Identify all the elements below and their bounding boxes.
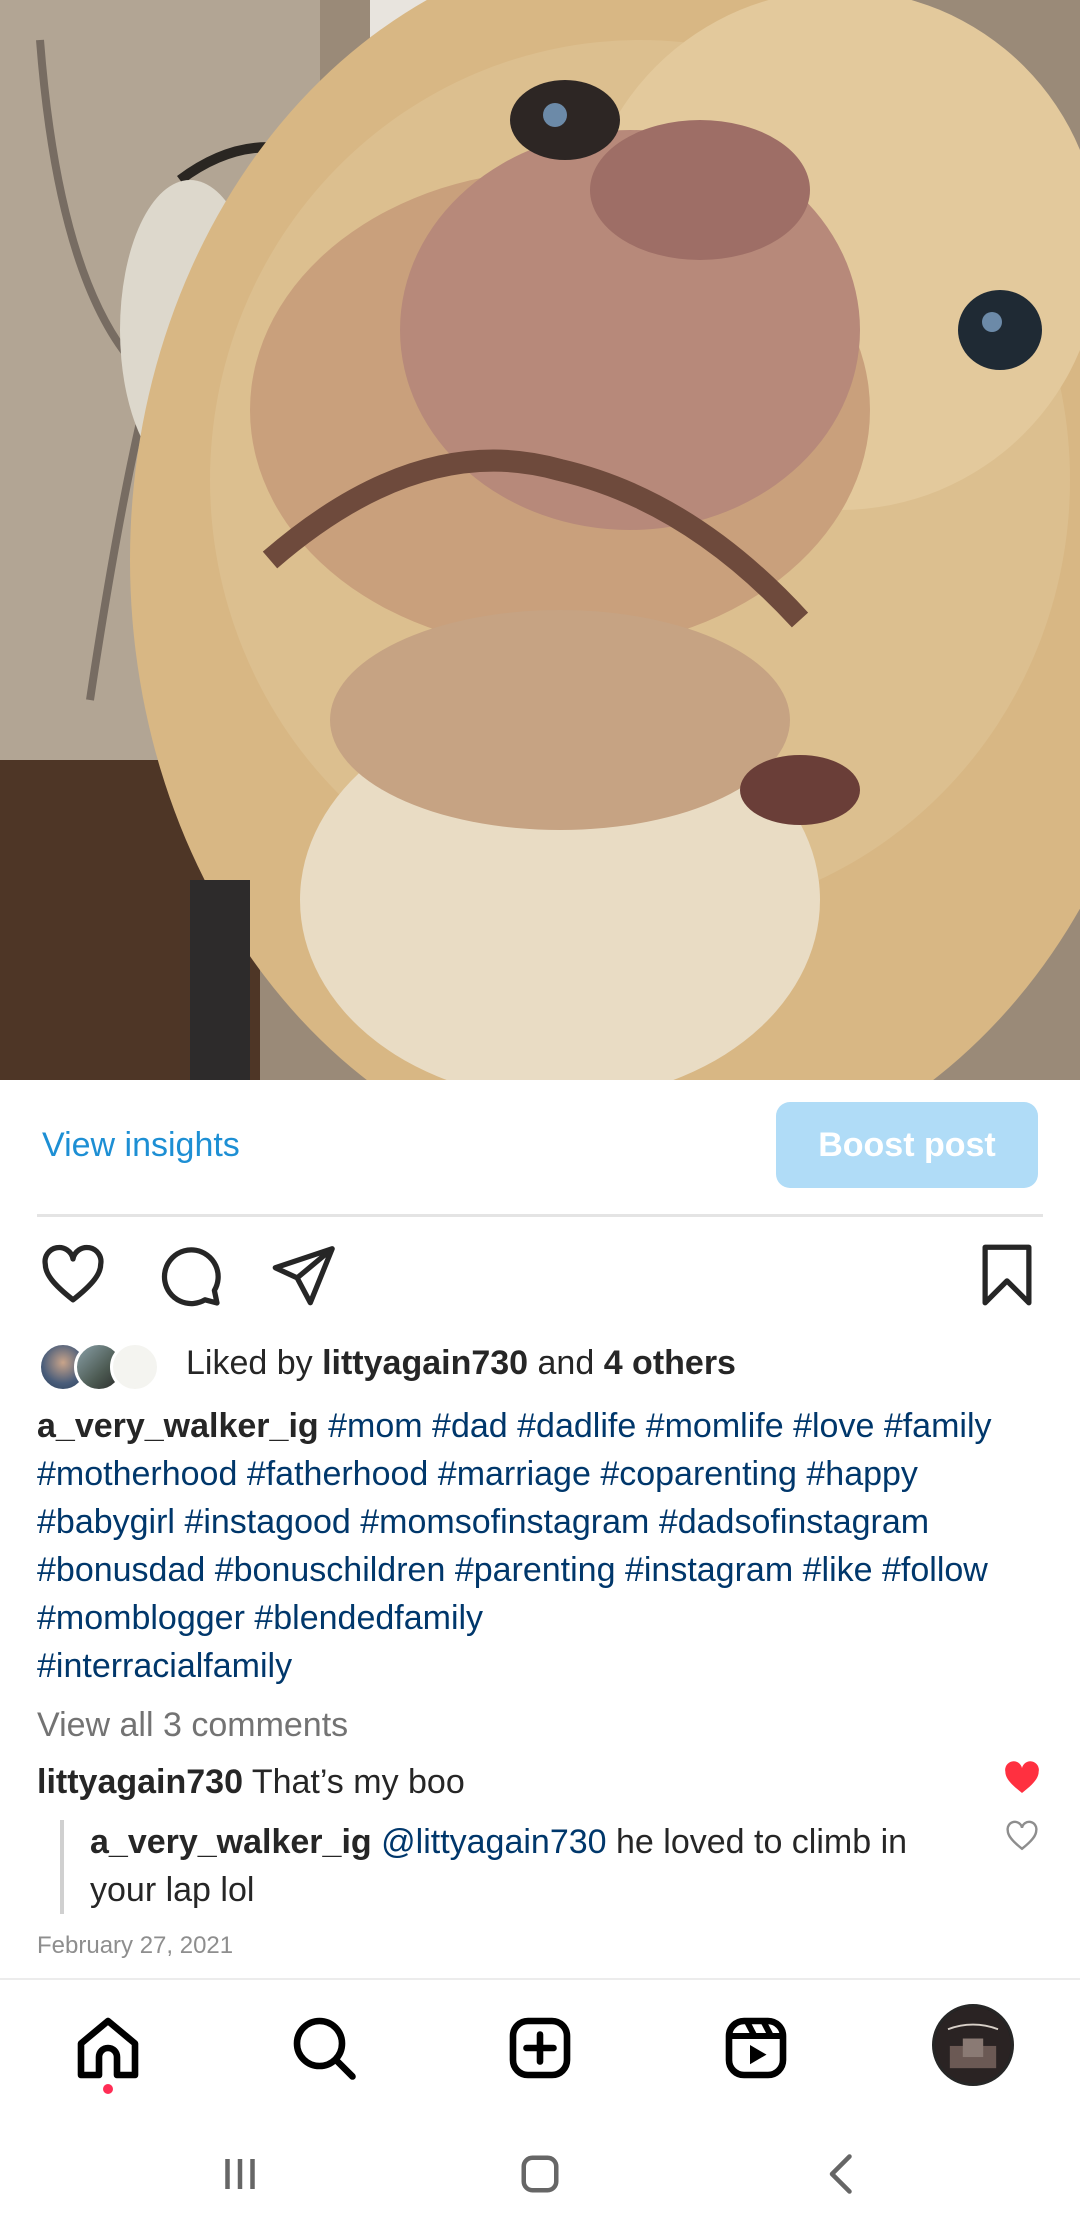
back-button[interactable] [812, 2144, 872, 2204]
send-icon [272, 1246, 335, 1306]
liked-by-user[interactable]: littyagain730 [322, 1344, 528, 1382]
hashtag[interactable]: #like [803, 1551, 873, 1589]
post-caption: a_very_walker_ig #mom #dad #dadlife #mom… [37, 1402, 1047, 1690]
hashtag[interactable]: #marriage [438, 1455, 591, 1493]
hashtag[interactable]: #instagram [625, 1551, 793, 1589]
hashtag[interactable]: #mom [328, 1407, 422, 1445]
heart-outline-icon [1006, 1820, 1038, 1851]
nav-search[interactable] [288, 2012, 360, 2084]
reply-like-button[interactable] [1004, 1818, 1040, 1854]
back-icon [829, 2154, 852, 2194]
profile-avatar [935, 2007, 1011, 2083]
hashtag[interactable]: #dadsofinstagram [659, 1503, 929, 1541]
hashtag[interactable]: #babygirl [37, 1503, 175, 1541]
hashtag[interactable]: #follow [882, 1551, 988, 1589]
likes-row[interactable]: Liked by littyagain730 and 4 others [38, 1336, 1038, 1396]
hashtag[interactable]: #momblogger [37, 1599, 245, 1637]
comment-button[interactable] [154, 1240, 224, 1310]
reply-thread-line [60, 1820, 64, 1914]
nav-home[interactable] [72, 2012, 144, 2084]
hashtag[interactable]: #instagood [184, 1503, 350, 1541]
reply-item: a_very_walker_ig @littyagain730 he loved… [90, 1818, 970, 1914]
like-button[interactable] [38, 1240, 108, 1310]
hashtag[interactable]: #interracialfamily [37, 1647, 292, 1685]
comment-item: littyagain730 That’s my boo [37, 1760, 997, 1804]
comment-text: That’s my boo [251, 1763, 465, 1801]
hashtag[interactable]: #fatherhood [247, 1455, 429, 1493]
home-button-icon [521, 2155, 559, 2193]
search-icon [293, 2017, 356, 2080]
comment-like-button[interactable] [1002, 1758, 1042, 1798]
reels-icon [725, 2017, 787, 2079]
dog-photo-illustration [0, 0, 1080, 1080]
hashtag[interactable]: #momlife [646, 1407, 784, 1445]
hashtag[interactable]: #motherhood [37, 1455, 237, 1493]
caption-username[interactable]: a_very_walker_ig [37, 1407, 319, 1445]
notification-dot [103, 2084, 113, 2094]
heart-icon [42, 1244, 104, 1303]
recents-icon [225, 2159, 255, 2189]
hashtag[interactable]: #momsofinstagram [360, 1503, 649, 1541]
bottom-nav [0, 1978, 1080, 2108]
home-system-button[interactable] [510, 2144, 570, 2204]
nav-profile-avatar[interactable] [932, 2004, 1014, 2086]
liked-by-others[interactable]: 4 others [604, 1344, 736, 1382]
heart-filled-icon [1005, 1761, 1039, 1793]
save-button[interactable] [972, 1240, 1042, 1310]
comment-icon [161, 1247, 221, 1307]
post-date: February 27, 2021 [37, 1932, 234, 1959]
system-nav-bar [0, 2108, 1080, 2230]
home-icon [77, 2017, 139, 2079]
bookmark-icon [982, 1244, 1032, 1306]
reply-username[interactable]: a_very_walker_ig [90, 1823, 372, 1861]
divider [37, 1214, 1043, 1217]
liker-avatars [38, 1342, 168, 1392]
recents-button[interactable] [210, 2144, 270, 2204]
hashtag[interactable]: #happy [806, 1455, 918, 1493]
boost-post-button[interactable]: Boost post [776, 1102, 1038, 1188]
comment-username[interactable]: littyagain730 [37, 1763, 243, 1801]
hashtag[interactable]: #bonusdad [37, 1551, 205, 1589]
avatar [110, 1342, 160, 1392]
post-photo[interactable] [0, 0, 1080, 1080]
create-icon [509, 2017, 571, 2079]
liked-by-prefix: Liked by [186, 1344, 323, 1382]
hashtag[interactable]: #family [884, 1407, 992, 1445]
share-button[interactable] [268, 1240, 338, 1310]
hashtag[interactable]: #coparenting [600, 1455, 797, 1493]
hashtag[interactable]: #dadlife [517, 1407, 636, 1445]
hashtag[interactable]: #parenting [455, 1551, 616, 1589]
nav-create[interactable] [504, 2012, 576, 2084]
hashtag[interactable]: #blendedfamily [254, 1599, 483, 1637]
view-insights-link[interactable]: View insights [42, 1128, 240, 1162]
view-all-comments-link[interactable]: View all 3 comments [37, 1706, 348, 1745]
nav-reels[interactable] [720, 2012, 792, 2084]
hashtag[interactable]: #dad [432, 1407, 508, 1445]
reply-mention[interactable]: @littyagain730 [381, 1823, 606, 1861]
liked-by-and: and [528, 1344, 604, 1382]
liked-by-text: Liked by littyagain730 and 4 others [186, 1344, 736, 1383]
hashtag[interactable]: #love [793, 1407, 874, 1445]
hashtag[interactable]: #bonuschildren [215, 1551, 446, 1589]
insights-row: View insights Boost post [0, 1080, 1080, 1214]
